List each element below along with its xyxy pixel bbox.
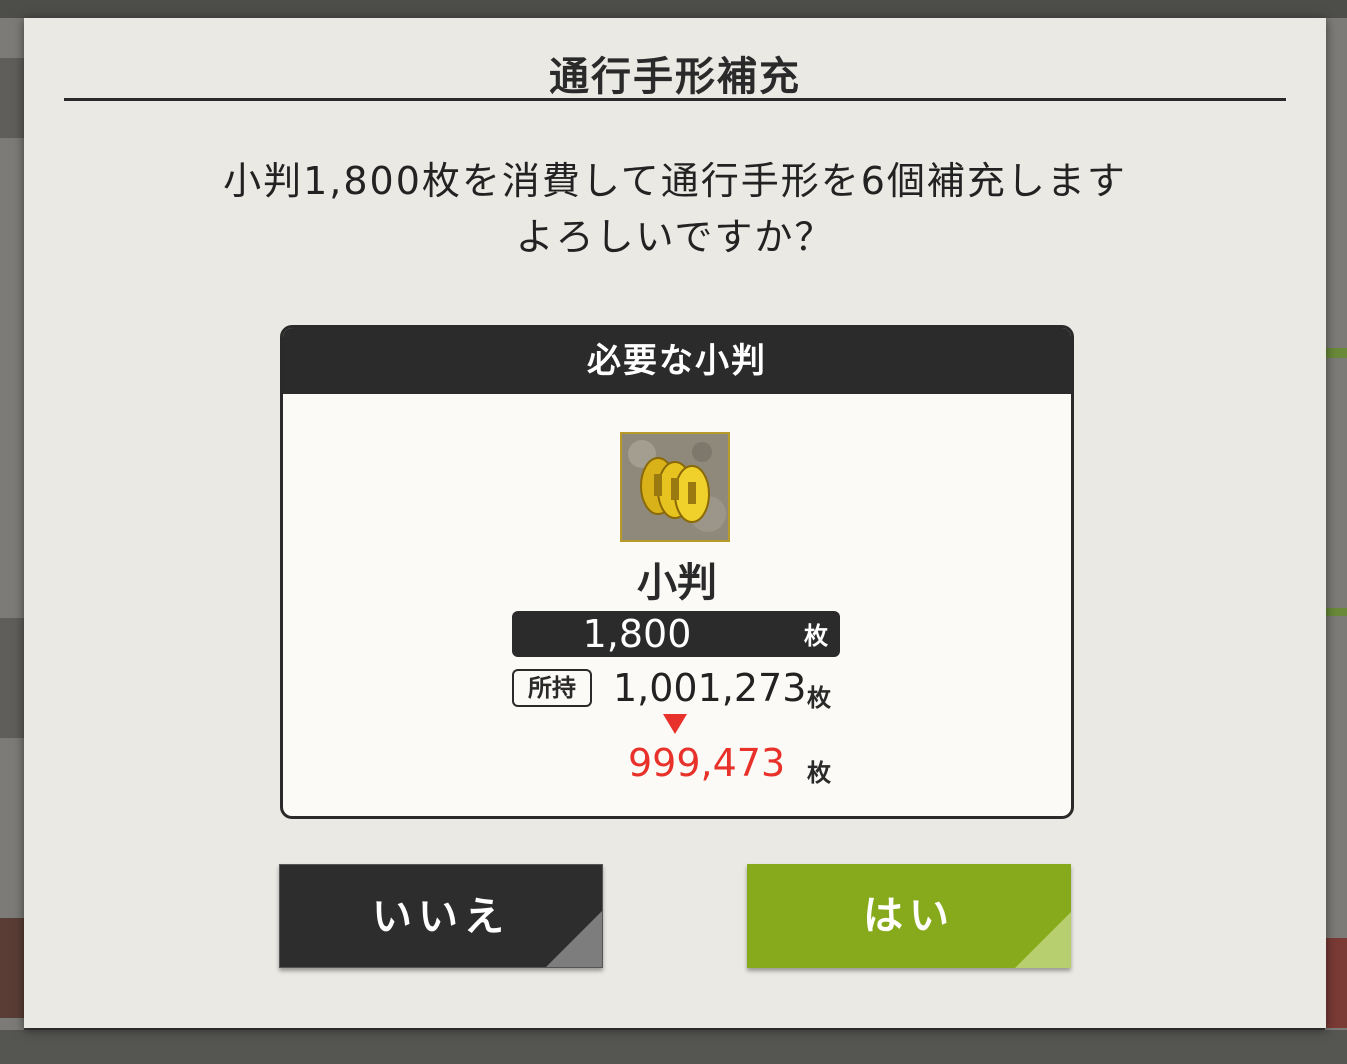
background-left-edge bbox=[0, 18, 24, 1064]
panel-header: 必要な小判 bbox=[283, 328, 1071, 394]
background-bottom-bar bbox=[0, 1030, 1347, 1064]
message-line-1: 小判1,800枚を消費して通行手形を6個補充します bbox=[223, 159, 1127, 203]
title-divider bbox=[64, 98, 1286, 101]
button-corner-decoration bbox=[546, 911, 602, 967]
arrow-down-icon bbox=[663, 714, 687, 734]
yes-button-label: はい bbox=[863, 892, 955, 939]
after-unit: 枚 bbox=[807, 758, 831, 787]
no-button[interactable]: いいえ bbox=[279, 864, 603, 968]
item-name: 小判 bbox=[637, 559, 717, 606]
required-koban-panel: 必要な小判 小判 1,800 枚 所持 1,001,273 枚 999,473 … bbox=[280, 325, 1074, 819]
koban-coins-icon bbox=[620, 432, 730, 542]
background-fragment bbox=[1325, 348, 1347, 358]
background-right-edge bbox=[1325, 18, 1347, 1064]
cost-unit: 枚 bbox=[804, 621, 828, 650]
cost-value: 1,800 bbox=[582, 612, 692, 656]
koban-coins-graphic bbox=[622, 434, 728, 540]
owned-value: 1,001,273 bbox=[613, 666, 807, 710]
background-fragment bbox=[0, 918, 24, 1018]
cost-bar: 1,800 枚 bbox=[512, 611, 840, 657]
background-fragment bbox=[0, 58, 24, 138]
after-value: 999,473 bbox=[628, 741, 786, 785]
confirm-message: 小判1,800枚を消費して通行手形を6個補充します よろしいですか？ bbox=[24, 153, 1326, 265]
dialog-title: 通行手形補充 bbox=[549, 53, 801, 100]
background-fragment bbox=[1325, 938, 1347, 1028]
replenish-pass-dialog: 通行手形補充 小判1,800枚を消費して通行手形を6個補充します よろしいですか… bbox=[24, 18, 1326, 1028]
owned-label: 所持 bbox=[512, 669, 592, 707]
button-corner-decoration bbox=[1015, 912, 1071, 968]
yes-button[interactable]: はい bbox=[747, 864, 1071, 968]
owned-unit: 枚 bbox=[807, 683, 831, 712]
background-top-bar bbox=[0, 0, 1347, 18]
message-line-2: よろしいですか？ bbox=[515, 215, 835, 259]
background-fragment bbox=[0, 618, 24, 738]
no-button-label: いいえ bbox=[372, 893, 510, 940]
background-fragment bbox=[1325, 608, 1347, 616]
